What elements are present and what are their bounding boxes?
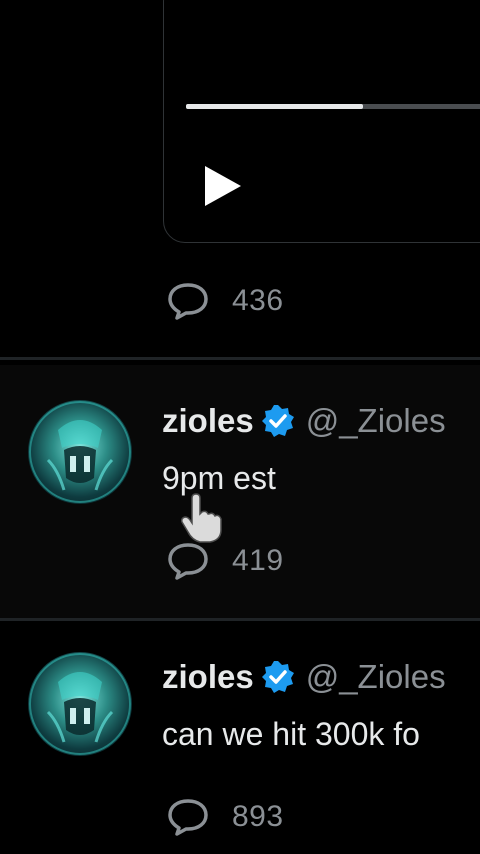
comment-icon — [168, 543, 208, 580]
verified-badge-icon — [261, 661, 294, 693]
tweet-author-row: zioles @_Zioles — [162, 658, 446, 696]
author-name[interactable]: zioles — [162, 402, 254, 440]
reply-button[interactable]: 436 — [166, 281, 284, 321]
reply-count: 436 — [232, 284, 284, 317]
verified-badge-icon — [261, 405, 294, 437]
reply-count: 419 — [232, 544, 284, 577]
divider — [0, 618, 480, 621]
play-icon[interactable] — [201, 162, 245, 210]
video-progress-fill — [186, 104, 363, 109]
tweet-author-row: zioles @_Zioles — [162, 402, 446, 440]
comment-icon — [168, 283, 208, 320]
avatar[interactable] — [28, 400, 132, 504]
avatar-image — [29, 653, 131, 755]
comment-icon — [168, 799, 208, 836]
avatar-image — [29, 401, 131, 503]
avatar[interactable] — [28, 652, 132, 756]
tweet-text: can we hit 300k fo — [162, 716, 420, 752]
author-name[interactable]: zioles — [162, 658, 254, 696]
reply-button[interactable]: 893 — [166, 797, 284, 837]
reply-count: 893 — [232, 800, 284, 833]
reply-button[interactable]: 419 — [166, 541, 284, 581]
author-handle[interactable]: @_Zioles — [306, 658, 446, 696]
divider — [0, 357, 480, 360]
author-handle[interactable]: @_Zioles — [306, 402, 446, 440]
hand-cursor-icon — [181, 493, 222, 543]
